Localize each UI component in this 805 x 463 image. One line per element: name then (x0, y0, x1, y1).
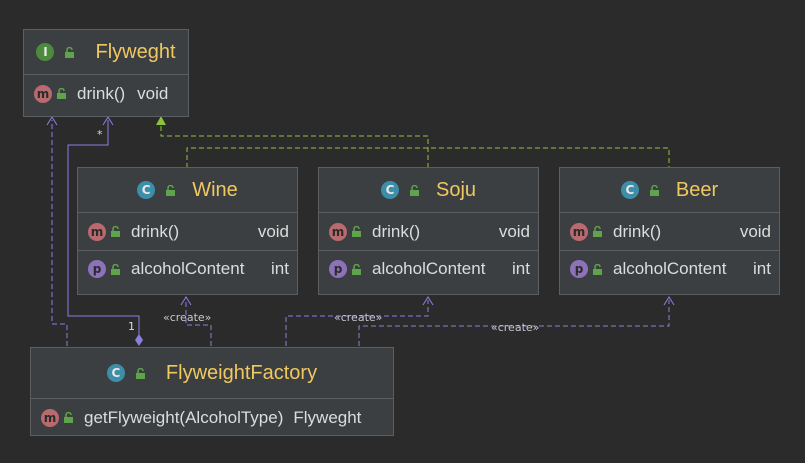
method-type: void (257, 221, 289, 241)
class-beer[interactable]: C Beer m drink() void p alcoholContent i… (559, 167, 780, 295)
method-type: void (498, 221, 530, 241)
field-icon: p (570, 260, 588, 278)
method-row[interactable]: m drink() void (560, 213, 779, 250)
method-icon: m (34, 84, 52, 103)
method-name: getFlyweight(AlcoholType) (84, 407, 284, 427)
public-lock-icon (352, 226, 361, 237)
method-icon: m (329, 222, 347, 241)
field-row[interactable]: p alcoholContent int (560, 250, 779, 287)
method-name: drink() (372, 221, 421, 241)
class-header: C Wine (78, 168, 297, 213)
class-name: Wine (192, 178, 238, 201)
method-icon: m (88, 222, 106, 241)
method-row[interactable]: m drink() void (24, 75, 188, 112)
class-wine[interactable]: C Wine m drink() void p alcoholContent i… (77, 167, 298, 295)
field-icon: p (329, 260, 347, 278)
public-lock-icon (111, 226, 120, 237)
create-label-beer: «create» (491, 321, 540, 334)
class-header: C FlyweightFactory (31, 348, 393, 399)
field-row[interactable]: p alcoholContent int (78, 250, 297, 287)
method-row[interactable]: m getFlyweight(AlcoholType) Flyweght (31, 399, 393, 436)
class-name: FlyweightFactory (165, 361, 318, 384)
class-name: Beer (675, 178, 719, 201)
public-lock-icon (409, 184, 419, 196)
method-type: void (739, 221, 771, 241)
field-type: int (271, 259, 289, 278)
interface-name: Flyweght (95, 40, 176, 63)
class-flyweight-factory[interactable]: C FlyweightFactory m getFlyweight(Alcoho… (30, 347, 394, 436)
public-lock-icon (111, 263, 120, 275)
method-row[interactable]: m drink() void (319, 213, 538, 250)
interface-header: I Flyweght (24, 30, 188, 75)
public-lock-icon (65, 46, 75, 58)
multiplicity-one-label: 1 (128, 320, 135, 333)
class-icon: C (137, 181, 156, 199)
class-icon: C (380, 181, 399, 199)
field-name: alcoholContent (613, 259, 727, 278)
public-lock-icon (166, 184, 176, 196)
method-type: Flyweght (293, 407, 362, 427)
aggregation-diamond (135, 334, 143, 346)
field-icon: p (88, 260, 106, 278)
public-lock-icon (57, 88, 66, 99)
public-lock-icon (352, 263, 361, 275)
interface-flyweght[interactable]: I Flyweght m drink() void (23, 29, 189, 117)
public-lock-icon (64, 412, 73, 423)
class-soju[interactable]: C Soju m drink() void p alcoholContent i… (318, 167, 539, 295)
public-lock-icon (593, 226, 602, 237)
field-name: alcoholContent (131, 259, 245, 278)
public-lock-icon (135, 367, 145, 379)
field-type: int (512, 259, 530, 278)
realization-line (160, 123, 429, 168)
method-row[interactable]: m drink() void (78, 213, 297, 250)
create-label-soju: «create» (334, 311, 383, 324)
create-label-wine: «create» (163, 311, 212, 324)
field-type: int (753, 259, 771, 278)
public-lock-icon (593, 263, 602, 275)
method-icon: m (570, 222, 588, 241)
method-name: drink() (77, 83, 126, 103)
class-icon: C (620, 181, 639, 199)
realization-arrowhead (156, 116, 166, 125)
multiplicity-many-label: * (97, 128, 103, 141)
class-header: C Beer (560, 168, 779, 213)
dependency-line (51, 120, 68, 346)
method-type: void (137, 83, 169, 103)
class-header: C Soju (319, 168, 538, 213)
field-name: alcoholContent (372, 259, 486, 278)
interface-icon: I (36, 43, 55, 61)
method-icon: m (41, 408, 59, 427)
public-lock-icon (649, 184, 659, 196)
field-row[interactable]: p alcoholContent int (319, 250, 538, 287)
method-name: drink() (131, 221, 180, 241)
class-icon: C (106, 364, 125, 382)
method-name: drink() (613, 221, 662, 241)
class-name: Soju (435, 178, 477, 201)
